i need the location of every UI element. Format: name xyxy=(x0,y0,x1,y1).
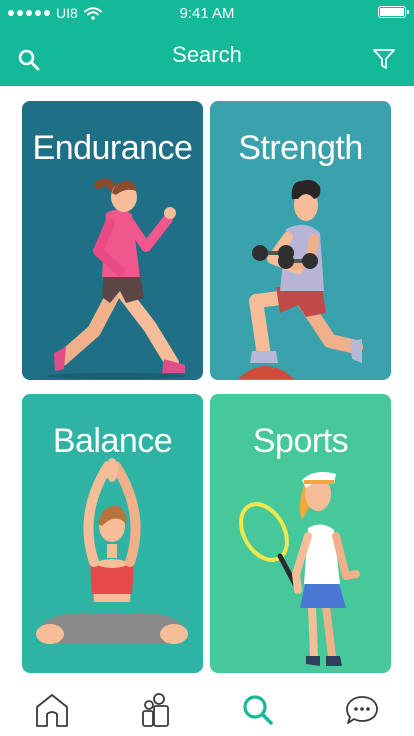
people-icon[interactable] xyxy=(136,692,176,728)
tab-bar xyxy=(0,682,414,736)
status-time: 9:41 AM xyxy=(179,5,235,22)
home-icon[interactable] xyxy=(32,692,72,728)
category-card-sports[interactable]: Sports xyxy=(210,394,391,673)
card-label: Endurance xyxy=(32,129,193,167)
status-bar: UI8 9:41 AM xyxy=(0,0,414,26)
page-title: Search xyxy=(172,42,242,67)
card-label: Balance xyxy=(52,422,173,460)
category-card-endurance[interactable]: Endurance xyxy=(22,101,203,380)
category-card-strength[interactable]: Strength xyxy=(210,101,391,380)
card-label: Sports xyxy=(252,422,349,460)
battery-icon xyxy=(378,6,409,18)
chat-icon[interactable] xyxy=(342,692,382,728)
category-card-balance[interactable]: Balance xyxy=(22,394,203,673)
search-icon[interactable] xyxy=(238,692,278,728)
header-bar: Search xyxy=(0,26,414,86)
card-label: Strength xyxy=(238,129,363,167)
filter-icon[interactable] xyxy=(371,46,397,72)
